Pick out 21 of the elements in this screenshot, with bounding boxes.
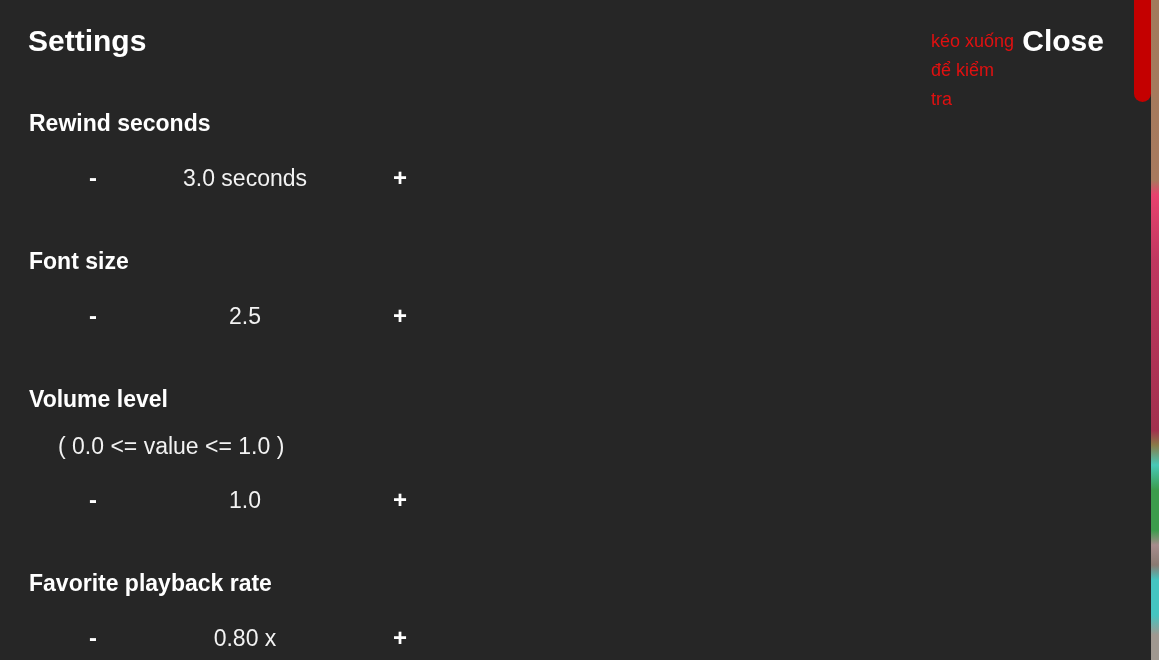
- setting-value: 2.5: [229, 302, 261, 330]
- decrement-button[interactable]: -: [86, 486, 100, 514]
- decrement-button[interactable]: -: [86, 302, 100, 330]
- setting-value: 1.0: [229, 486, 261, 514]
- increment-button[interactable]: +: [390, 164, 410, 192]
- annotation-note: kéo xuống để kiểm tra: [931, 30, 1016, 111]
- settings-title: Settings: [28, 24, 147, 58]
- scrollbar-thumb[interactable]: [1134, 0, 1151, 102]
- setting-label: Favorite playback rate: [29, 570, 272, 596]
- close-button[interactable]: Close: [1022, 24, 1104, 58]
- decrement-button[interactable]: -: [86, 164, 100, 192]
- setting-label: Font size: [29, 248, 129, 274]
- increment-button[interactable]: +: [390, 624, 410, 652]
- setting-value: 0.80 x: [213, 624, 277, 652]
- increment-button[interactable]: +: [390, 302, 410, 330]
- increment-button[interactable]: +: [390, 486, 410, 514]
- setting-label: Volume level: [29, 386, 168, 412]
- range-hint: ( 0.0 <= value <= 1.0 ): [58, 432, 285, 460]
- decrement-button[interactable]: -: [86, 624, 100, 652]
- setting-value: 3.0 seconds: [183, 164, 307, 192]
- setting-label: Rewind seconds: [29, 110, 211, 136]
